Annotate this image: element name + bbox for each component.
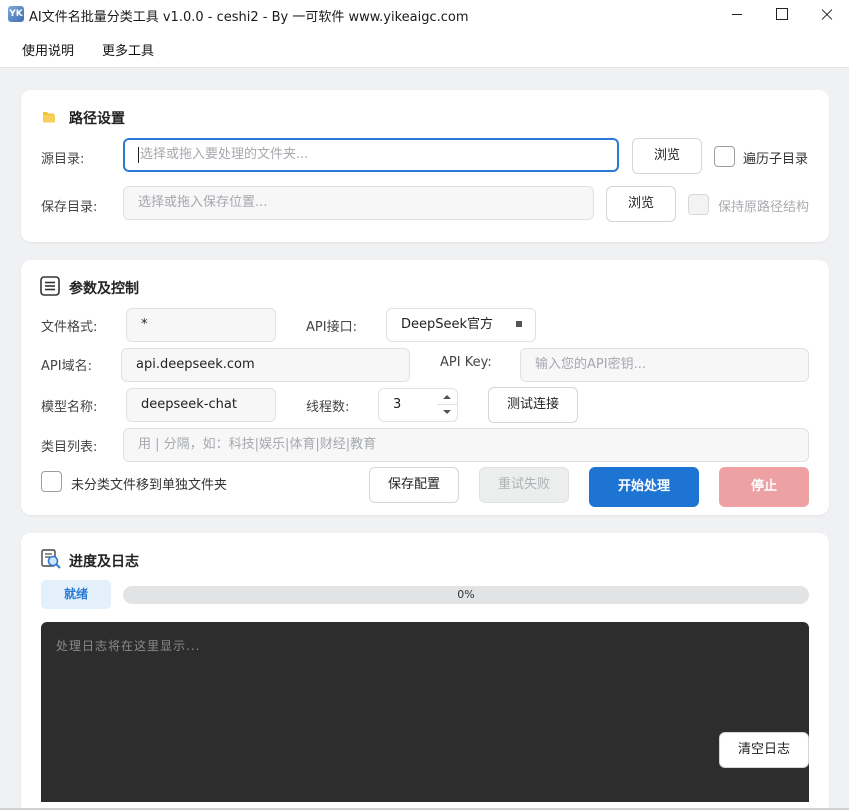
api-key-input[interactable]: 输入您的API密钥... [520, 348, 809, 382]
spin-up-icon[interactable] [437, 389, 457, 405]
log-area[interactable]: 处理日志将在这里显示... 清空日志 [41, 622, 809, 802]
api-key-label: API Key: [440, 355, 492, 370]
app-icon: YK [8, 6, 24, 22]
model-name-label: 模型名称: [41, 400, 98, 415]
menu-more-tools[interactable]: 更多工具 [102, 40, 154, 59]
browse-source-button[interactable]: 浏览 [632, 138, 702, 174]
recurse-subdirs-checkbox[interactable] [714, 146, 735, 167]
recurse-subdirs-label: 遍历子目录 [743, 152, 809, 167]
window-title: AI文件名批量分类工具 v1.0.0 - ceshi2 - By 一可软件 ww… [29, 10, 469, 25]
minimize-button[interactable] [714, 0, 760, 30]
keep-structure-label: 保持原路径结构 [718, 200, 810, 215]
move-unclassified-checkbox[interactable] [41, 471, 62, 492]
api-domain-label: API域名: [41, 359, 92, 374]
path-settings-card: 路径设置 源目录: 选择或拖入要处理的文件夹... 浏览 遍历子目录 保存目录:… [21, 90, 829, 242]
progress-bar: 0% [123, 586, 809, 604]
start-processing-button[interactable]: 开始处理 [589, 467, 699, 507]
threads-label: 线程数: [306, 400, 350, 415]
close-button[interactable] [804, 0, 849, 30]
source-dir-label: 源目录: [41, 152, 85, 167]
move-unclassified-label: 未分类文件移到单独文件夹 [71, 478, 228, 493]
params-card: 参数及控制 文件格式: * API接口: DeepSeek官方 API域名: a… [21, 260, 829, 515]
categories-label: 类目列表: [41, 440, 98, 455]
api-label: API接口: [306, 320, 357, 335]
path-section-title: 路径设置 [69, 111, 125, 127]
keep-structure-checkbox[interactable] [688, 194, 709, 215]
save-config-button[interactable]: 保存配置 [369, 467, 459, 503]
menu-bar: 使用说明 更多工具 [0, 30, 849, 68]
list-icon [40, 276, 60, 296]
stop-button[interactable]: 停止 [719, 467, 809, 507]
log-placeholder: 处理日志将在这里显示... [56, 639, 201, 653]
folder-icon [43, 112, 55, 123]
file-format-label: 文件格式: [41, 320, 98, 335]
api-domain-input[interactable]: api.deepseek.com [121, 348, 410, 382]
progress-text: 0% [457, 588, 475, 601]
dropdown-icon [516, 321, 522, 327]
maximize-button[interactable] [758, 0, 804, 30]
status-badge: 就绪 [41, 580, 111, 609]
title-bar: YK AI文件名批量分类工具 v1.0.0 - ceshi2 - By 一可软件… [0, 0, 849, 30]
progress-log-card: 进度及日志 就绪 0% 处理日志将在这里显示... 清空日志 [21, 533, 829, 810]
api-select[interactable]: DeepSeek官方 [386, 308, 536, 342]
test-connection-button[interactable]: 测试连接 [488, 387, 578, 423]
browse-save-button[interactable]: 浏览 [606, 186, 676, 222]
menu-help[interactable]: 使用说明 [22, 40, 74, 59]
params-section-title: 参数及控制 [69, 281, 139, 297]
source-dir-input[interactable]: 选择或拖入要处理的文件夹... [123, 138, 619, 172]
document-search-icon [41, 549, 61, 569]
progress-section-title: 进度及日志 [69, 554, 139, 570]
threads-spinbox[interactable]: 3 [378, 388, 458, 422]
save-dir-input[interactable]: 选择或拖入保存位置... [123, 186, 594, 220]
save-dir-label: 保存目录: [41, 200, 98, 215]
spin-down-icon[interactable] [437, 405, 457, 421]
categories-input[interactable]: 用 | 分隔，如：科技|娱乐|体育|财经|教育 [123, 428, 809, 462]
file-format-input[interactable]: * [126, 308, 276, 342]
clear-log-button[interactable]: 清空日志 [719, 732, 809, 768]
retry-failed-button[interactable]: 重试失败 [479, 467, 569, 503]
model-name-input[interactable]: deepseek-chat [126, 388, 276, 422]
